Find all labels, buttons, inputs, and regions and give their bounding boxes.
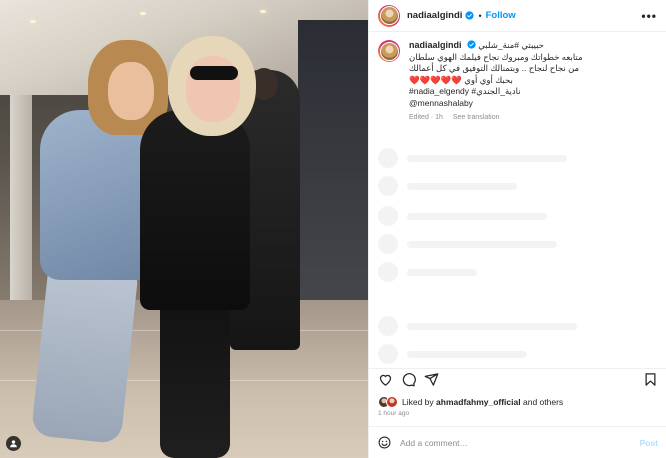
ceiling-light — [260, 10, 266, 13]
see-translation-link[interactable]: See translation — [453, 114, 500, 121]
comment-skeleton — [378, 316, 577, 336]
caption-line: حبيبتي #منة_شلبي — [478, 40, 544, 50]
bookmark-icon[interactable] — [643, 372, 658, 387]
sunglasses — [190, 66, 238, 80]
post-comment-button[interactable]: Post — [640, 438, 658, 448]
post-photo[interactable] — [0, 0, 368, 458]
comment-input[interactable] — [400, 437, 600, 448]
post-time[interactable]: 1 hour ago — [378, 410, 409, 417]
caption-username[interactable]: nadiaalgindi — [409, 40, 462, 50]
caption-avatar[interactable] — [378, 40, 400, 62]
photo-window — [298, 20, 368, 320]
person-right-legs — [160, 290, 230, 458]
liked-by-prefix: Liked by — [402, 397, 434, 407]
photo-pillar — [10, 95, 32, 305]
liked-by-suffix[interactable]: and others — [523, 397, 563, 407]
header-separator: • — [478, 10, 482, 21]
comment-icon[interactable] — [401, 372, 416, 387]
comment-skeleton — [378, 344, 527, 364]
post-header: nadiaalgindi • Follow ••• — [369, 0, 666, 32]
caption-text: nadiaalgindi حبيبتي #منة_شلبي متابعه خطو… — [409, 40, 660, 109]
liked-by: Liked by ahmadfahmy_official and others — [378, 396, 563, 408]
caption-line: متابعه خطواتك ومبروك نجاح فيلمك الهوي سل… — [409, 51, 583, 62]
heart-icon[interactable] — [378, 372, 393, 387]
person-left-face — [108, 62, 154, 120]
post-caption: nadiaalgindi حبيبتي #منة_شلبي متابعه خطو… — [378, 40, 660, 121]
follow-button[interactable]: Follow — [486, 10, 516, 21]
comment-skeleton — [378, 148, 567, 168]
liker-avatar[interactable] — [386, 396, 398, 408]
verified-badge-icon — [465, 11, 475, 20]
comment-skeleton — [378, 262, 477, 282]
ceiling-light — [140, 12, 146, 15]
verified-badge-icon — [467, 40, 476, 49]
post-side-panel: nadiaalgindi • Follow ••• nadiaalgindi ح… — [368, 0, 666, 458]
comment-skeleton — [378, 234, 557, 254]
more-options-button[interactable]: ••• — [641, 9, 657, 23]
comment-skeleton — [378, 176, 517, 196]
share-icon[interactable] — [424, 372, 439, 387]
avatar[interactable] — [378, 4, 400, 27]
caption-meta: Edited · 1h See translation — [409, 114, 660, 121]
caption-line: بحبك أوي أوي ❤️❤️❤️❤️❤️ — [409, 74, 513, 85]
person-left-legs — [30, 255, 140, 445]
comment-skeleton — [378, 206, 547, 226]
caption-hashtags[interactable]: #nadia_elgendy #نادية_الجندي — [409, 86, 660, 98]
edited-time: Edited · 1h — [409, 114, 443, 121]
user-tag-icon — [10, 440, 17, 448]
caption-mention[interactable]: @mennashalaby — [409, 98, 660, 110]
liked-by-user[interactable]: ahmadfahmy_official — [436, 397, 521, 407]
ceiling-light — [30, 20, 36, 23]
caption-line: من نجاح لنجاح .. وبتمنالك التوفيق في كل … — [409, 63, 580, 73]
emoji-icon[interactable] — [378, 436, 391, 449]
comment-box: Post — [369, 426, 666, 458]
person-right-body — [140, 110, 250, 310]
action-bar — [369, 368, 666, 390]
header-username[interactable]: nadiaalgindi — [407, 10, 462, 21]
user-tag-button[interactable] — [6, 436, 21, 451]
